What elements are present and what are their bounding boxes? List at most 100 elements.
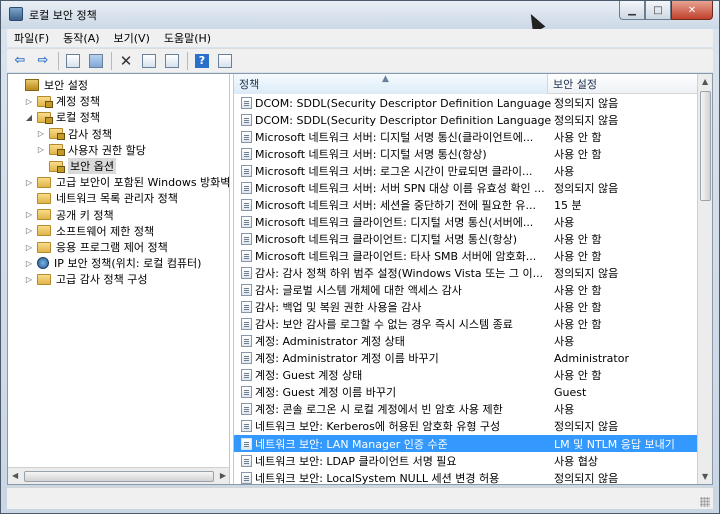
policy-icon [241, 471, 252, 484]
column-header-policy[interactable]: 정책 [234, 74, 548, 94]
scroll-right-icon[interactable]: ▶ [220, 471, 226, 480]
scroll-down-icon[interactable]: ▼ [702, 472, 708, 481]
forward-button[interactable]: ⇨ [33, 51, 53, 71]
policy-row[interactable]: 감사: 글로벌 시스템 개체에 대한 액세스 감사 사용 안 함 [234, 282, 698, 299]
menu-view[interactable]: 보기(V) [107, 30, 157, 46]
policy-row[interactable]: Microsoft 네트워크 서버: 디지털 서명 통신(항상) 사용 안 함 [234, 145, 698, 162]
tree-item[interactable]: 보안 옵션 [36, 158, 116, 174]
menu-file[interactable]: 파일(F) [7, 30, 56, 46]
close-button[interactable]: ✕ [671, 1, 713, 20]
expand-arrow-icon[interactable]: ▷ [24, 96, 34, 106]
back-arrow-icon: ⇦ [14, 53, 26, 68]
policy-name: DCOM: SDDL(Security Descriptor Definitio… [255, 113, 551, 127]
scrollbar-thumb[interactable] [24, 471, 214, 482]
action-pane-button[interactable] [215, 51, 235, 71]
delete-button[interactable]: ✕ [116, 51, 136, 71]
app-icon [9, 7, 23, 21]
expand-arrow-icon[interactable]: ▷ [24, 210, 34, 220]
policy-name: Microsoft 네트워크 클라이언트: 타사 SMB 서버에 암호화... [255, 249, 537, 263]
title-bar[interactable]: 로컬 보안 정책 ▁ □ ✕ [1, 1, 719, 29]
menu-help[interactable]: 도움말(H) [157, 30, 218, 46]
expand-arrow-icon[interactable]: ▷ [24, 226, 34, 236]
tree-item[interactable]: 보안 설정 [12, 77, 88, 93]
tree-horizontal-scrollbar[interactable]: ◀ ▶ [8, 467, 229, 484]
folder-icon [37, 241, 51, 253]
policy-row[interactable]: Microsoft 네트워크 서버: 로그온 시간이 만료되면 클라이... 사용 [234, 162, 698, 179]
help-button[interactable]: ? [192, 51, 212, 71]
policy-row[interactable]: Microsoft 네트워크 클라이언트: 타사 SMB 서버에 암호화... 사… [234, 247, 698, 264]
toolbar-separator [58, 51, 59, 70]
policy-row[interactable]: 계정: Administrator 계정 상태 사용 [234, 333, 698, 350]
policy-icon [241, 198, 252, 211]
policy-row[interactable]: 감사: 보안 감사를 로그할 수 없는 경우 즉시 시스템 종료 사용 안 함 [234, 316, 698, 333]
expand-arrow-icon[interactable]: ▷ [24, 274, 34, 284]
show-hide-tree-button[interactable] [86, 51, 106, 71]
column-header-setting[interactable]: 보안 설정 [548, 74, 698, 94]
maximize-button[interactable]: □ [645, 1, 671, 20]
tree-item[interactable]: ▷ 고급 감사 정책 구성 [24, 271, 148, 287]
no-expander [36, 161, 46, 171]
column-policy-label: 정책 [239, 78, 260, 91]
resize-grip-icon[interactable] [700, 497, 710, 507]
policy-name: Microsoft 네트워크 클라이언트: 디지털 서명 통신(서버에... [255, 215, 534, 229]
policy-row[interactable]: 감사: 감사 정책 하위 범주 설정(Windows Vista 또는 그 이.… [234, 265, 698, 282]
expand-arrow-icon[interactable]: ▷ [24, 258, 34, 268]
tree-item-label: 네트워크 목록 관리자 정책 [56, 192, 178, 206]
policy-row[interactable]: Microsoft 네트워크 클라이언트: 디지털 서명 통신(서버에... 사용 [234, 213, 698, 230]
security-setting-value: 사용 안 함 [554, 318, 602, 332]
policy-row[interactable]: Microsoft 네트워크 서버: 서버 SPN 대상 이름 유효성 확인 .… [234, 179, 698, 196]
expand-arrow-icon[interactable]: ▷ [24, 177, 34, 187]
collapse-arrow-icon[interactable]: ◢ [24, 112, 34, 122]
policy-row[interactable]: Microsoft 네트워크 클라이언트: 디지털 서명 통신(항상) 사용 안 … [234, 230, 698, 247]
policy-row[interactable]: 계정: 콘솔 로그온 시 로컬 계정에서 빈 암호 사용 제한 사용 [234, 401, 698, 418]
policy-icon [241, 335, 252, 348]
export-list-button[interactable] [162, 51, 182, 71]
tree-item[interactable]: ▷ IP 보안 정책(위치: 로컬 컴퓨터) [24, 255, 201, 271]
expand-arrow-icon[interactable]: ▷ [36, 129, 46, 139]
security-setting-value: 사용 [554, 164, 575, 178]
policy-row[interactable]: 계정: Guest 계정 상태 사용 안 함 [234, 367, 698, 384]
tree-item[interactable]: ▷ 사용자 권한 할당 [36, 142, 146, 158]
properties-button[interactable] [139, 51, 159, 71]
tree-item[interactable]: 네트워크 목록 관리자 정책 [24, 190, 178, 206]
policy-row[interactable]: DCOM: SDDL(Security Descriptor Definitio… [234, 94, 698, 111]
maximize-icon: □ [653, 4, 663, 16]
security-setting-value: 정의되지 않음 [554, 181, 619, 195]
minimize-button[interactable]: ▁ [619, 1, 645, 20]
policy-row[interactable]: Microsoft 네트워크 서버: 디지털 서명 통신(클라이언트에... 사용… [234, 128, 698, 145]
tree-item[interactable]: ▷ 고급 보안이 포함된 Windows 방화벽 [24, 174, 229, 190]
scroll-up-icon[interactable]: ▲ [702, 77, 708, 86]
policy-list-pane: 정책 ▲ 보안 설정 DCOM: SDDL(Security Descripto… [233, 74, 712, 484]
scrollbar-thumb[interactable] [700, 91, 711, 201]
policy-row[interactable]: 네트워크 보안: LDAP 클라이언트 서명 필요 사용 협상 [234, 452, 698, 469]
security-setting-value: Administrator [554, 351, 629, 365]
ip-security-icon [37, 257, 49, 270]
back-button[interactable]: ⇦ [10, 51, 30, 71]
tree-item[interactable]: ▷ 소프트웨어 제한 정책 [24, 223, 154, 239]
tree-item[interactable]: ▷ 공개 키 정책 [24, 207, 114, 223]
expand-arrow-icon[interactable]: ▷ [36, 145, 46, 155]
list-vertical-scrollbar[interactable]: ▲ ▼ [697, 74, 712, 484]
expand-arrow-icon[interactable]: ▷ [24, 242, 34, 252]
policy-row[interactable]: Microsoft 네트워크 서버: 세션을 중단하기 전에 필요한 유... 1… [234, 196, 698, 213]
tree-item[interactable]: ◢ 로컬 정책 [24, 109, 100, 125]
tree-item[interactable]: ▷ 응용 프로그램 제어 정책 [24, 239, 168, 255]
tree-item[interactable]: ▷ 감사 정책 [36, 126, 112, 142]
close-icon: ✕ [687, 4, 697, 16]
menu-action[interactable]: 동작(A) [56, 30, 106, 46]
minimize-icon: ▁ [628, 4, 636, 16]
policy-icon [241, 181, 252, 194]
tree-item[interactable]: ▷ 계정 정책 [24, 93, 100, 109]
policy-row[interactable]: DCOM: SDDL(Security Descriptor Definitio… [234, 111, 698, 128]
policy-row[interactable]: 네트워크 보안: LocalSystem NULL 세션 변경 허용 정의되지 않… [234, 469, 698, 484]
security-setting-value: 정의되지 않음 [554, 113, 619, 127]
policy-row[interactable]: 네트워크 보안: LAN Manager 인증 수준 LM 및 NTLM 응답 보… [234, 435, 698, 452]
policy-row[interactable]: 계정: Administrator 계정 이름 바꾸기 Administrator [234, 350, 698, 367]
policy-row[interactable]: 네트워크 보안: Kerberos에 허용된 암호화 유형 구성 정의되지 않음 [234, 418, 698, 435]
policy-row[interactable]: 감사: 백업 및 복원 권한 사용을 감사 사용 안 함 [234, 299, 698, 316]
folder-lock-icon [49, 128, 65, 141]
scroll-left-icon[interactable]: ◀ [12, 471, 18, 480]
policy-row[interactable]: 계정: Guest 계정 이름 바꾸기 Guest [234, 384, 698, 401]
up-level-button[interactable] [63, 51, 83, 71]
security-setting-value: 사용 안 함 [554, 147, 602, 161]
